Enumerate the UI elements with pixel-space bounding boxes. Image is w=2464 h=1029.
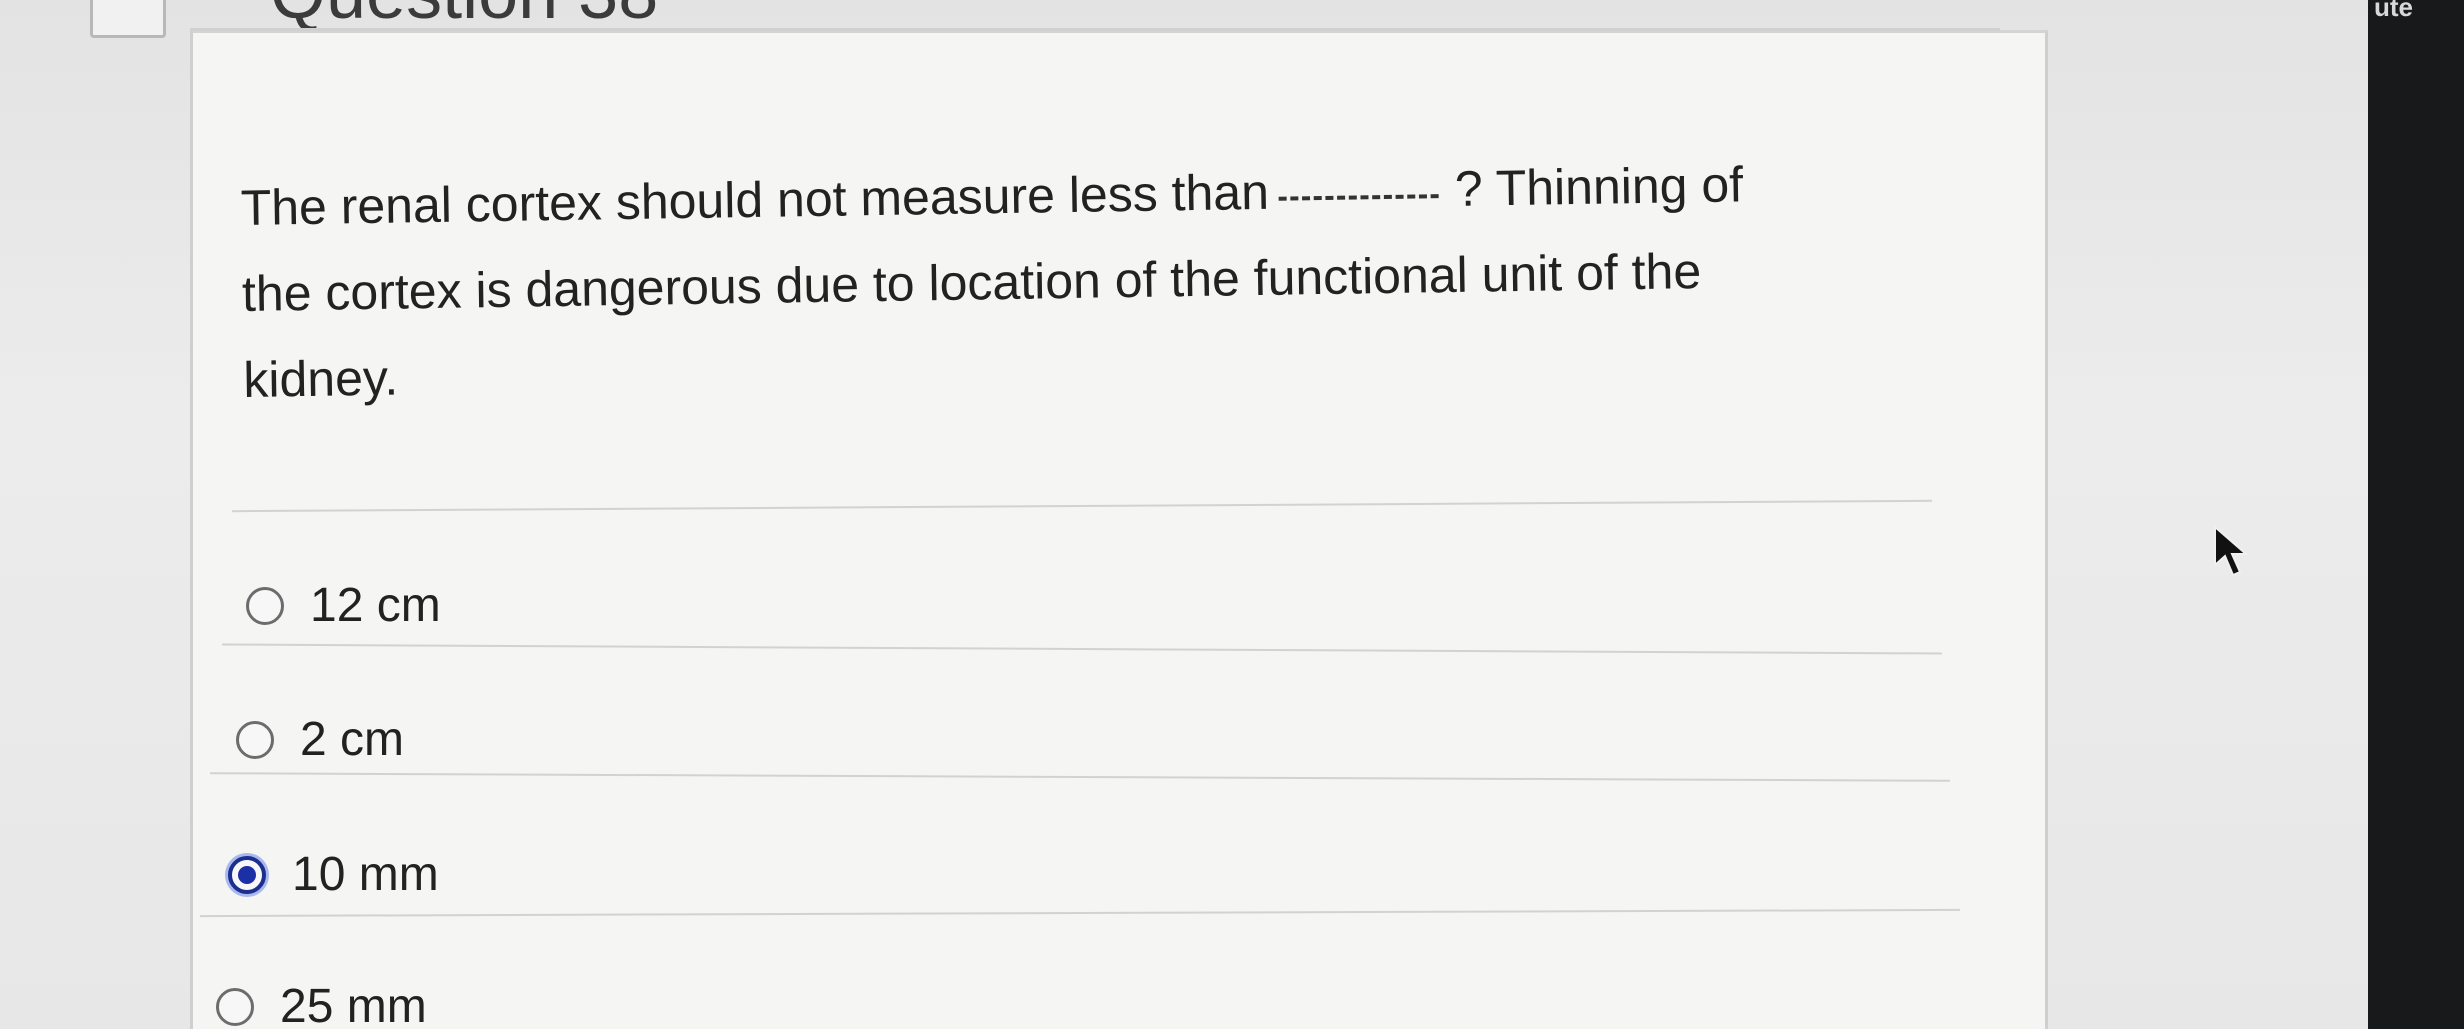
option-10-mm[interactable]: 10 mm: [228, 847, 439, 902]
question-text: The renal cortex should not measure less…: [240, 140, 1804, 422]
radio-button-selected-icon[interactable]: [228, 855, 266, 894]
option-label: 25 mm: [280, 980, 427, 1029]
option-label: 12 cm: [310, 579, 441, 632]
header-divider: [190, 28, 2000, 31]
answer-blank: [1278, 187, 1440, 201]
radio-button-icon[interactable]: [216, 987, 254, 1026]
option-label: 2 cm: [300, 713, 405, 766]
radio-button-icon[interactable]: [236, 720, 274, 759]
screen: Question 38 The renal cortex should not …: [0, 0, 2464, 1029]
radio-button-icon[interactable]: [246, 586, 284, 625]
option-label: 10 mm: [292, 848, 439, 901]
question-text-before: The renal cortex should not measure less…: [240, 163, 1270, 236]
mouse-pointer-icon: [2214, 525, 2249, 577]
option-12-cm[interactable]: 12 cm: [246, 578, 441, 633]
question-title: Question 38: [270, 0, 658, 30]
side-panel-label: ute: [2374, 0, 2413, 22]
option-2-cm[interactable]: 2 cm: [236, 712, 404, 767]
checkbox-icon[interactable]: [90, 0, 166, 38]
side-panel: [2368, 0, 2464, 1029]
option-25-mm[interactable]: 25 mm: [216, 979, 427, 1029]
